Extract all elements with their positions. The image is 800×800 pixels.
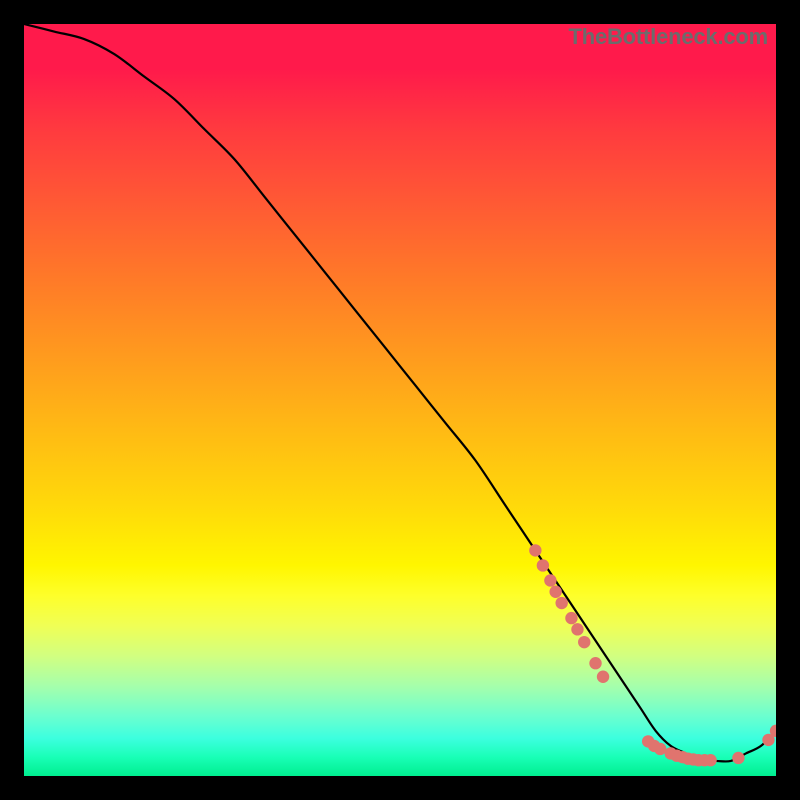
scatter-point [589, 657, 601, 669]
scatter-point [544, 574, 556, 586]
scatter-point [555, 597, 567, 609]
scatter-point [529, 544, 541, 556]
scatter-point [571, 623, 583, 635]
scatter-point [704, 754, 716, 766]
scatter-point [578, 636, 590, 648]
chart-svg [24, 24, 776, 776]
scatter-point [597, 671, 609, 683]
scatter-point [549, 586, 561, 598]
plot-area: TheBottleneck.com [24, 24, 776, 776]
scatter-point [537, 559, 549, 571]
chart-stage: TheBottleneck.com [0, 0, 800, 800]
bottleneck-curve-path [24, 24, 776, 762]
scatter-point [732, 752, 744, 764]
scatter-point [565, 612, 577, 624]
scatter-points-group [529, 544, 776, 766]
